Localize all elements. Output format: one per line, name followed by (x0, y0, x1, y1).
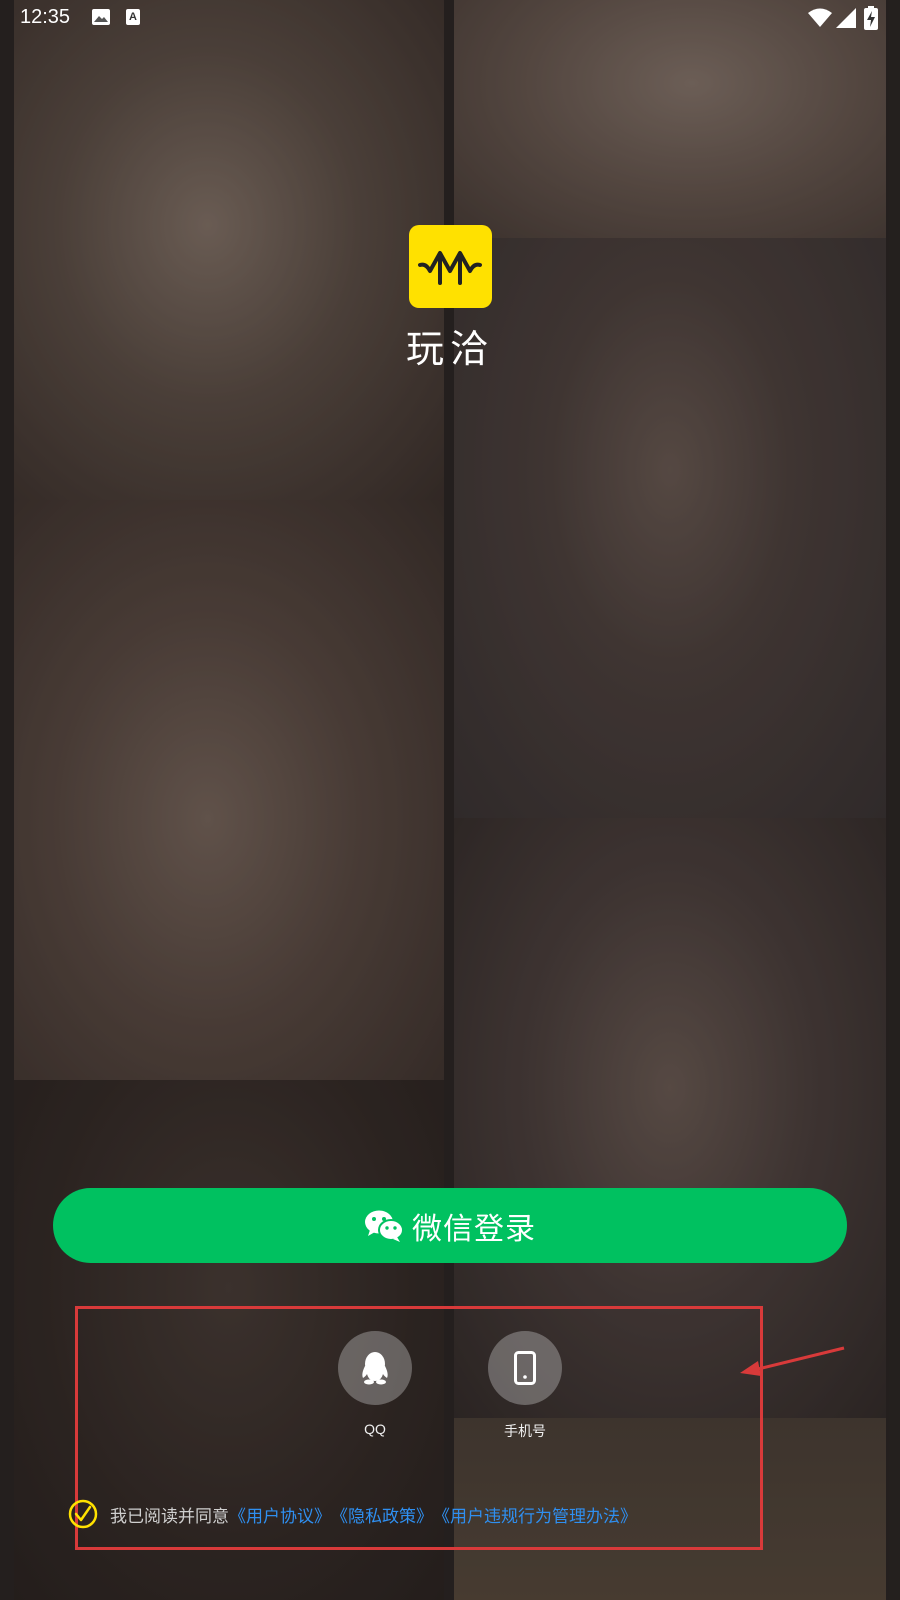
privacy-policy-link[interactable]: 《隐私政策》 (331, 1502, 433, 1527)
status-bar: 12:35 A (0, 0, 900, 36)
phone-icon (514, 1351, 536, 1385)
agreement-prefix: 我已阅读并同意 (110, 1506, 229, 1527)
wechat-icon (365, 1210, 404, 1242)
app-logo (409, 225, 492, 308)
phone-login-button[interactable]: 手机号 (480, 1331, 570, 1441)
app-name: 玩洽 (405, 327, 494, 371)
agreement-row: 我已阅读并同意 《用户协议》 《隐私政策》 《用户违规行为管理办法》 (68, 1498, 637, 1530)
user-agreement-link[interactable]: 《用户协议》 (229, 1502, 331, 1527)
signal-icon (836, 8, 856, 28)
phone-login-label: 手机号 (504, 1423, 546, 1439)
phone-login-circle[interactable] (488, 1331, 562, 1405)
agreement-checkbox-icon[interactable] (68, 1499, 98, 1529)
qq-login-circle[interactable] (338, 1331, 412, 1405)
status-time: 12:35 (20, 6, 71, 28)
battery-charging-icon (864, 6, 878, 30)
image-icon (92, 9, 110, 25)
annotation-arrow (740, 1346, 845, 1376)
violation-rules-link[interactable]: 《用户违规行为管理办法》 (433, 1502, 637, 1527)
qq-login-label: QQ (364, 1421, 386, 1437)
qq-login-button[interactable]: QQ (330, 1331, 420, 1437)
wechat-login-button[interactable]: 微信登录 (53, 1188, 847, 1263)
wifi-icon (808, 8, 832, 27)
wechat-login-label: 微信登录 (412, 1211, 536, 1247)
qq-penguin-icon (362, 1352, 388, 1385)
a-keyboard-icon: A (126, 9, 140, 25)
login-screen: 12:35 A 玩洽 微信登录 QQ 手机号 我已阅读并同意 《用户协议》 《隐… (0, 0, 900, 1600)
